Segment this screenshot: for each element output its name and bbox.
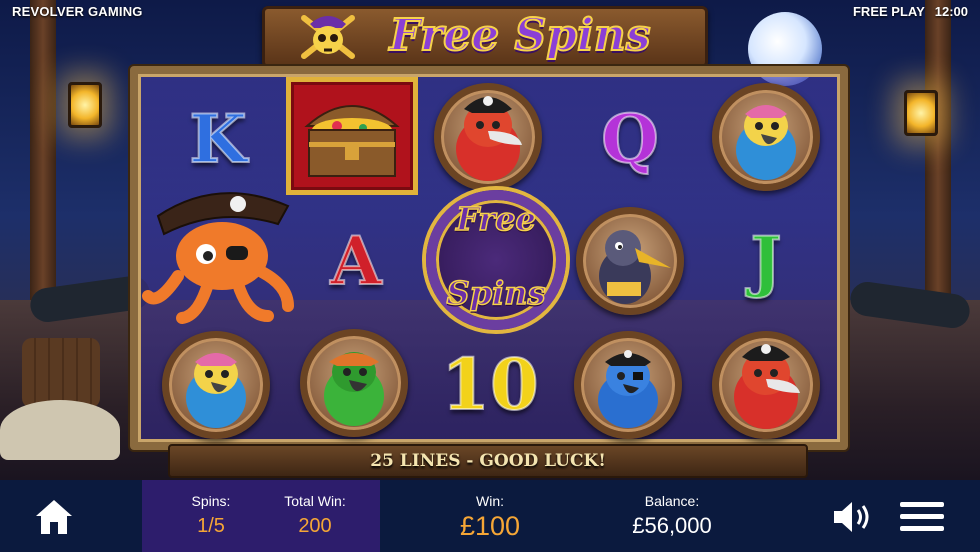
pink-parrot-icon bbox=[736, 105, 796, 180]
medallion bbox=[712, 83, 820, 191]
letter-a: A bbox=[329, 222, 382, 300]
status-area: FREE PLAY 12:00 bbox=[853, 4, 968, 19]
symbol-free-spins-scatter: Free Spins bbox=[418, 190, 574, 330]
skull-crossbones-icon bbox=[301, 15, 355, 59]
scatter-text-spins: Spins bbox=[446, 273, 546, 313]
chest-frame bbox=[286, 77, 418, 195]
medallion bbox=[162, 331, 270, 439]
total-win-stat: Total Win: 200 bbox=[270, 493, 360, 538]
green-parrot-icon bbox=[324, 352, 384, 426]
win-label: Win: bbox=[476, 493, 504, 509]
symbol-j: J bbox=[696, 198, 836, 324]
symbol-pelican bbox=[560, 198, 700, 324]
symbol-green-parrot bbox=[284, 320, 424, 446]
win-stat: Win: £100 bbox=[440, 493, 540, 542]
scatter-text-free: Free bbox=[455, 199, 536, 239]
symbol-q: Q bbox=[560, 76, 700, 202]
symbol-pirate-octopus bbox=[138, 176, 298, 326]
medallion bbox=[712, 331, 820, 439]
hamburger-menu-icon[interactable] bbox=[898, 500, 946, 534]
balance-stat: Balance: £56,000 bbox=[612, 493, 732, 539]
pelican-icon bbox=[599, 230, 671, 304]
letter-10: 10 bbox=[440, 343, 539, 426]
spins-label: Spins: bbox=[191, 493, 231, 509]
letter-j: J bbox=[749, 222, 782, 300]
symbol-treasure-chest bbox=[284, 74, 420, 198]
symbol-blue-parrot bbox=[558, 322, 698, 448]
mast-left bbox=[30, 0, 56, 330]
letter-k: K bbox=[188, 100, 247, 178]
mast-right bbox=[925, 0, 951, 330]
symbol-10: 10 bbox=[420, 322, 560, 448]
symbol-a: A bbox=[286, 198, 426, 324]
pink-parrot-icon bbox=[186, 353, 246, 428]
lantern-left bbox=[68, 82, 102, 128]
spins-value: 1/5 bbox=[197, 515, 225, 537]
symbol-red-parrot bbox=[418, 74, 558, 200]
barrel bbox=[22, 338, 100, 408]
symbol-pink-parrot bbox=[146, 322, 286, 448]
medallion bbox=[300, 329, 408, 437]
sack bbox=[0, 400, 120, 460]
mode-label: FREE PLAY bbox=[852, 4, 925, 19]
brand-label: REVOLVER GAMING bbox=[12, 4, 143, 19]
medallion bbox=[434, 83, 542, 191]
medallion bbox=[576, 207, 684, 315]
speaker-icon[interactable] bbox=[832, 498, 876, 536]
red-parrot-icon bbox=[456, 96, 522, 181]
clock: 12:00 bbox=[934, 4, 968, 19]
total-win-value: 200 bbox=[298, 515, 332, 537]
symbol-red-parrot bbox=[696, 322, 836, 448]
lantern-right bbox=[904, 90, 938, 136]
game-title: Free Spins bbox=[389, 9, 652, 62]
medallion bbox=[574, 331, 682, 439]
win-value: £100 bbox=[459, 511, 521, 541]
red-parrot-icon bbox=[734, 344, 800, 429]
symbol-pink-parrot bbox=[696, 74, 836, 200]
spins-stat: Spins: 1/5 bbox=[176, 493, 246, 538]
blue-parrot-icon bbox=[598, 350, 658, 428]
balance-value: £56,000 bbox=[632, 513, 712, 538]
letter-q: Q bbox=[600, 100, 659, 178]
paylines-banner: 25 LINES - GOOD LUCK! bbox=[168, 444, 808, 478]
pirate-octopus-icon bbox=[142, 192, 294, 324]
home-icon[interactable] bbox=[34, 498, 74, 536]
total-win-label: Total Win: bbox=[284, 493, 346, 509]
balance-label: Balance: bbox=[644, 493, 700, 509]
treasure-chest-icon bbox=[304, 105, 400, 177]
